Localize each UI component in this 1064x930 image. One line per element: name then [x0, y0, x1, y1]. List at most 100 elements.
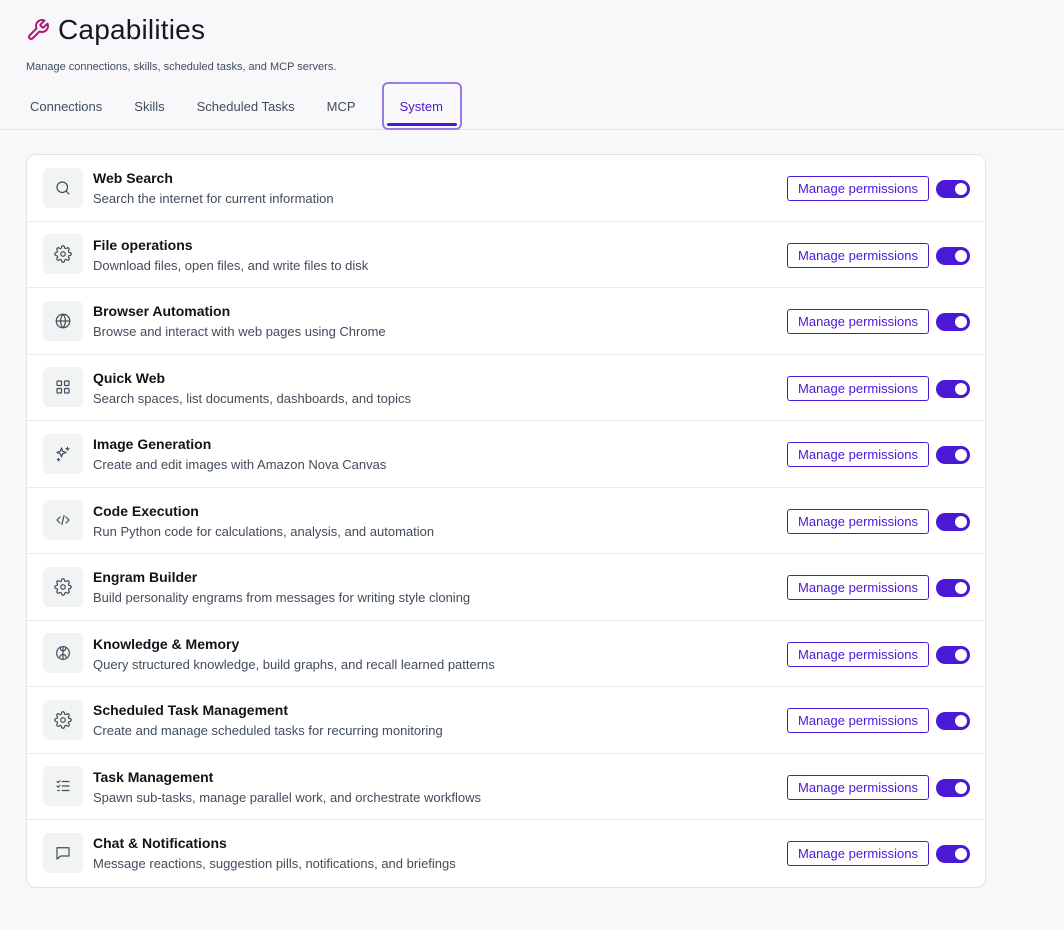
checklist-icon	[56, 780, 70, 792]
capability-icon-box	[43, 300, 83, 341]
capability-name: Knowledge & Memory	[93, 635, 240, 652]
enable-toggle[interactable]	[936, 712, 970, 730]
toggle-knob	[955, 648, 967, 661]
capability-text: Browser Automation Browse and interact w…	[93, 303, 386, 339]
capability-name: Web Search	[93, 170, 173, 186]
toggle-knob	[955, 249, 967, 262]
manage-permissions-button[interactable]: Manage permissions	[787, 375, 929, 401]
sparkle-icon	[56, 446, 70, 462]
gear-icon	[54, 710, 72, 729]
capability-text: File operations Download files, open fil…	[93, 237, 368, 273]
gear-icon	[54, 245, 72, 264]
tab-system[interactable]: System	[381, 82, 462, 130]
capability-description: Run Python code for calculations, analys…	[93, 523, 435, 539]
capability-name: Chat & Notifications	[93, 835, 227, 851]
manage-permissions-button[interactable]: Manage permissions	[787, 442, 929, 467]
capability-row-2: Browser Automation Browse and interact w…	[27, 288, 985, 355]
capability-text: Quick Web Search spaces, list documents,…	[93, 370, 411, 406]
enable-toggle[interactable]	[936, 579, 970, 597]
tab-bar: Connections Skills Scheduled Tasks MCP S…	[18, 82, 470, 130]
toggle-knob	[955, 449, 967, 461]
manage-permissions-button[interactable]: Manage permissions	[787, 708, 929, 733]
capability-description: Spawn sub-tasks, manage parallel work, a…	[93, 789, 482, 805]
capability-text: Scheduled Task Management Create and man…	[93, 702, 443, 738]
capability-description: Download files, open files, and write fi…	[93, 257, 369, 273]
toggle-knob	[955, 781, 967, 794]
manage-permissions-button[interactable]: Manage permissions	[787, 575, 929, 600]
tab-skills[interactable]: Skills	[122, 84, 176, 130]
gear-icon	[54, 577, 72, 596]
capability-text: Web Search Search the internet for curre…	[93, 170, 334, 206]
capability-row-7: Knowledge & Memory Query structured know…	[27, 621, 985, 687]
manage-permissions-button[interactable]: Manage permissions	[787, 176, 929, 201]
wrench-icon	[26, 18, 50, 42]
page-header: Capabilities Manage connections, skills,…	[0, 0, 1064, 130]
capability-description: Message reactions, suggestion pills, not…	[93, 856, 456, 871]
capability-row-5: Code Execution Run Python code for calcu…	[27, 488, 985, 554]
toggle-knob	[955, 316, 967, 328]
code-icon	[56, 515, 70, 526]
toggle-knob	[955, 515, 967, 528]
manage-permissions-button[interactable]: Manage permissions	[787, 774, 929, 800]
capability-row-4: Image Generation Create and edit images …	[27, 421, 985, 488]
manage-permissions-button[interactable]: Manage permissions	[787, 309, 929, 334]
capability-name: Quick Web	[93, 369, 166, 386]
manage-permissions-button[interactable]: Manage permissions	[787, 641, 929, 667]
capability-name: Scheduled Task Management	[93, 702, 289, 718]
tab-mcp[interactable]: MCP	[315, 84, 368, 130]
toggle-knob	[955, 715, 967, 727]
capability-icon-box	[43, 699, 83, 740]
enable-toggle[interactable]	[936, 845, 970, 863]
manage-permissions-button[interactable]: Manage permissions	[787, 841, 929, 866]
capability-row-1: File operations Download files, open fil…	[27, 222, 985, 288]
capability-description: Build personality engrams from messages …	[93, 590, 471, 605]
grid-icon	[56, 380, 70, 394]
capability-icon-box	[43, 433, 83, 474]
page-subtitle: Manage connections, skills, scheduled ta…	[26, 61, 337, 73]
toggle-knob	[955, 183, 967, 195]
enable-toggle[interactable]	[936, 180, 970, 198]
capability-name: Browser Automation	[93, 303, 231, 319]
capability-text: Code Execution Run Python code for calcu…	[93, 503, 434, 539]
capability-row-0: Web Search Search the internet for curre…	[27, 155, 985, 222]
capability-icon-box	[43, 566, 83, 607]
capabilities-list: Web Search Search the internet for curre…	[26, 154, 986, 888]
manage-permissions-button[interactable]: Manage permissions	[787, 508, 929, 534]
tab-connections[interactable]: Connections	[18, 84, 114, 130]
capability-name: Task Management	[93, 768, 214, 785]
enable-toggle[interactable]	[936, 512, 970, 531]
capability-text: Chat & Notifications Message reactions, …	[93, 835, 456, 871]
capability-row-3: Quick Web Search spaces, list documents,…	[27, 355, 985, 421]
capability-text: Knowledge & Memory Query structured know…	[93, 636, 495, 672]
globe-icon	[55, 313, 71, 329]
capability-row-9: Task Management Spawn sub-tasks, manage …	[27, 754, 985, 820]
capability-icon-box	[43, 833, 83, 874]
capability-text: Task Management Spawn sub-tasks, manage …	[93, 769, 481, 805]
page-title: Capabilities	[58, 14, 206, 45]
manage-permissions-button[interactable]: Manage permissions	[787, 242, 929, 268]
toggle-knob	[955, 582, 967, 594]
capability-icon-box	[43, 766, 83, 807]
capability-description: Browse and interact with web pages using…	[93, 324, 386, 339]
tab-scheduled-tasks[interactable]: Scheduled Tasks	[185, 84, 307, 130]
capability-row-8: Scheduled Task Management Create and man…	[27, 687, 985, 754]
capability-name: File operations	[93, 236, 193, 253]
enable-toggle[interactable]	[936, 313, 970, 331]
capability-icon-box	[43, 367, 83, 408]
enable-toggle[interactable]	[936, 645, 970, 664]
capability-description: Create and edit images with Amazon Nova …	[93, 457, 387, 472]
title-row: Capabilities	[26, 14, 205, 46]
capability-description: Search the internet for current informat…	[93, 191, 334, 206]
capability-name: Engram Builder	[93, 569, 198, 585]
enable-toggle[interactable]	[936, 778, 970, 797]
capability-name: Image Generation	[93, 436, 212, 452]
capability-name: Code Execution	[93, 502, 199, 519]
enable-toggle[interactable]	[936, 446, 970, 464]
capability-description: Query structured knowledge, build graphs…	[93, 656, 495, 672]
capability-row-6: Engram Builder Build personality engrams…	[27, 554, 985, 621]
enable-toggle[interactable]	[936, 246, 970, 265]
capability-icon-box	[43, 633, 83, 674]
enable-toggle[interactable]	[936, 379, 970, 398]
brain-icon	[56, 646, 70, 661]
capability-icon-box	[43, 234, 83, 275]
